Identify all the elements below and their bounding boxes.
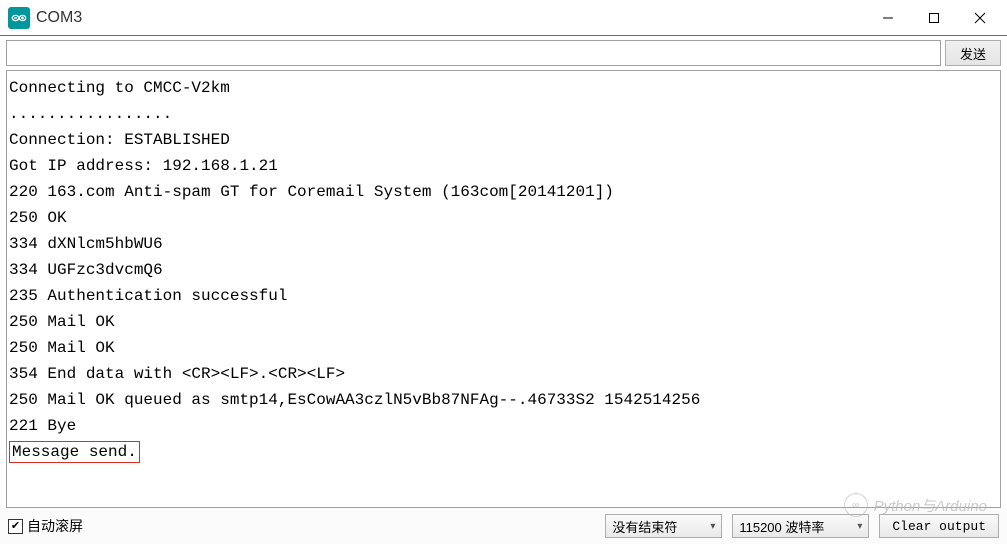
console-line: 221 Bye (9, 413, 998, 439)
close-button[interactable] (957, 2, 1003, 34)
arduino-icon (8, 7, 30, 29)
window-title: COM3 (36, 9, 865, 27)
window-controls (865, 2, 1003, 34)
line-ending-value: 没有结束符 (612, 517, 702, 536)
baud-value: 115200 波特率 (739, 517, 849, 536)
send-button[interactable]: 发送 (945, 40, 1001, 66)
serial-console: Connecting to CMCC-V2km.................… (6, 70, 1001, 508)
console-line: Connection: ESTABLISHED (9, 127, 998, 153)
line-ending-dropdown[interactable]: 没有结束符 ▾ (605, 514, 722, 538)
chevron-down-icon: ▾ (710, 521, 715, 532)
console-line: 220 163.com Anti-spam GT for Coremail Sy… (9, 179, 998, 205)
chevron-down-icon: ▾ (857, 521, 862, 532)
console-line: Connecting to CMCC-V2km (9, 75, 998, 101)
maximize-button[interactable] (911, 2, 957, 34)
console-line: 250 OK (9, 205, 998, 231)
console-line: 250 Mail OK queued as smtp14,EsCowAA3czl… (9, 387, 998, 413)
clear-output-button[interactable]: Clear output (879, 514, 999, 538)
minimize-button[interactable] (865, 2, 911, 34)
console-line-highlighted: Message send. (9, 439, 998, 465)
baud-dropdown[interactable]: 115200 波特率 ▾ (732, 514, 869, 538)
console-line: 250 Mail OK (9, 335, 998, 361)
console-line: 235 Authentication successful (9, 283, 998, 309)
checkbox-icon: ✔ (8, 519, 23, 534)
console-line: Got IP address: 192.168.1.21 (9, 153, 998, 179)
autoscroll-label: 自动滚屏 (27, 516, 83, 536)
autoscroll-checkbox[interactable]: ✔ 自动滚屏 (8, 516, 83, 536)
serial-input[interactable] (6, 40, 941, 66)
statusbar: ✔ 自动滚屏 没有结束符 ▾ 115200 波特率 ▾ Clear output (0, 508, 1007, 544)
console-line: 354 End data with <CR><LF>.<CR><LF> (9, 361, 998, 387)
send-toolbar: 发送 (0, 36, 1007, 70)
console-line: 334 dXNlcm5hbWU6 (9, 231, 998, 257)
console-line: 334 UGFzc3dvcmQ6 (9, 257, 998, 283)
titlebar: COM3 (0, 0, 1007, 36)
console-line: ................. (9, 101, 998, 127)
console-line: 250 Mail OK (9, 309, 998, 335)
